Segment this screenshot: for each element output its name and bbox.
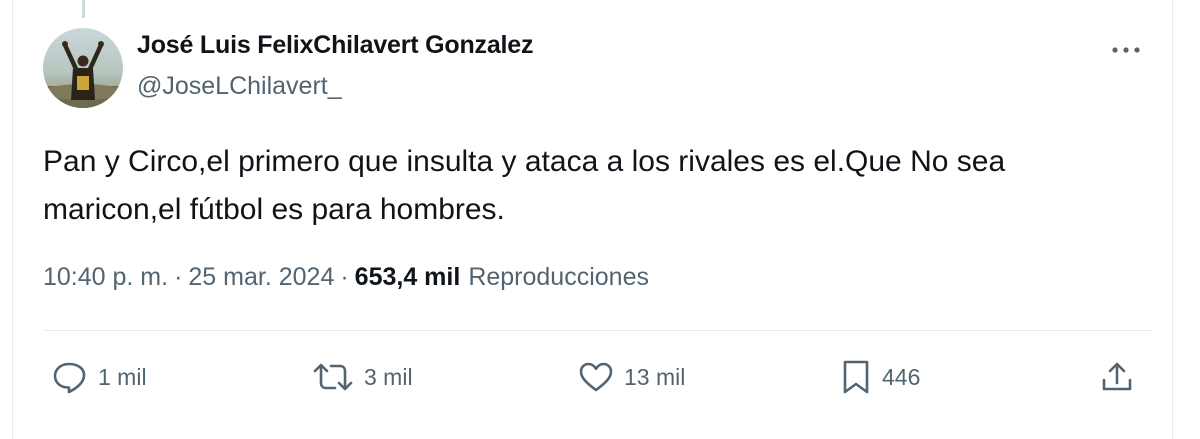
- reply-icon: [53, 362, 86, 394]
- more-options-button[interactable]: [1102, 34, 1150, 66]
- heart-icon: [579, 362, 613, 392]
- author-handle[interactable]: @JoseLChilavert_: [137, 72, 342, 101]
- share-button[interactable]: [1100, 357, 1134, 397]
- bookmark-button[interactable]: 446: [840, 357, 920, 397]
- retweet-count: 3 mil: [364, 363, 413, 390]
- avatar[interactable]: [43, 28, 123, 108]
- ellipsis-icon: [1112, 47, 1140, 53]
- like-count: 13 mil: [624, 363, 686, 390]
- tweet-time[interactable]: 10:40 p. m.: [43, 263, 168, 292]
- bookmark-icon: [843, 360, 869, 394]
- card-left-border: [12, 0, 13, 439]
- author-display-name[interactable]: José Luis FelixChilavert Gonzalez: [137, 31, 534, 60]
- views-label[interactable]: Reproducciones: [468, 263, 649, 292]
- tweet-text-line-1: Pan y Circo,el primero que insulta y ata…: [43, 145, 1006, 178]
- tweet-date[interactable]: 25 mar. 2024: [188, 263, 334, 292]
- tweet-text: Pan y Circo,el primero que insulta y ata…: [43, 138, 1153, 234]
- views-count[interactable]: 653,4 mil: [355, 263, 461, 292]
- retweet-icon: [313, 363, 353, 391]
- divider: [43, 330, 1153, 331]
- tweet-card: José Luis FelixChilavert Gonzalez @JoseL…: [0, 0, 1200, 439]
- like-button[interactable]: 13 mil: [578, 357, 685, 397]
- meta-separator: ·: [174, 263, 183, 291]
- meta-separator-2: ·: [340, 263, 349, 291]
- card-right-border: [1172, 0, 1173, 439]
- retweet-button[interactable]: 3 mil: [312, 357, 413, 397]
- share-icon: [1102, 362, 1132, 391]
- reply-button[interactable]: 1 mil: [52, 357, 147, 397]
- thread-connector-line: [82, 0, 85, 18]
- profile-photo: [43, 28, 123, 108]
- reply-count: 1 mil: [98, 363, 147, 390]
- tweet-meta: 10:40 p. m. · 25 mar. 2024 · 653,4 mil R…: [43, 263, 649, 292]
- bookmark-count: 446: [882, 363, 921, 390]
- tweet-text-line-2: maricon,el fútbol es para hombres.: [43, 193, 505, 226]
